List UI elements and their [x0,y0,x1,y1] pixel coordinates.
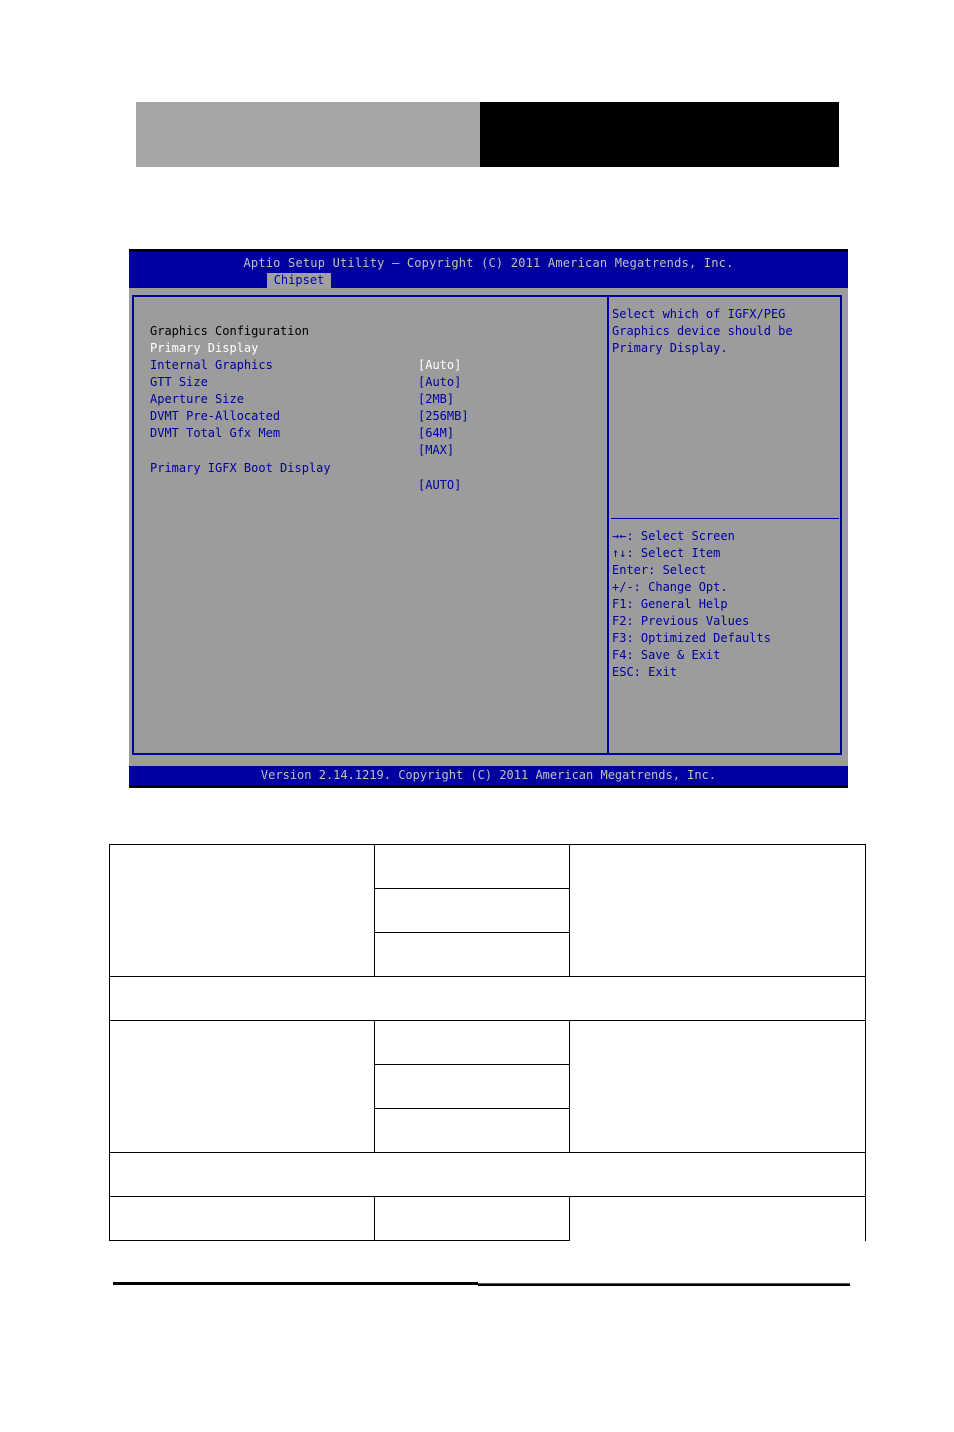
table-cell [374,1020,570,1065]
setting-value[interactable]: [2MB] [418,391,454,408]
page-header-left-band [136,102,480,167]
setting-value[interactable]: [256MB] [418,408,469,425]
table-cell [569,1196,866,1241]
setting-internal-graphics[interactable]: Internal Graphics [Auto] [150,340,461,389]
key-help-f3: F3: Optimized Defaults [612,631,771,645]
help-line: Graphics device should be [612,324,793,338]
table-cell [374,1196,570,1241]
table-cell [374,932,570,977]
table-cell [374,888,570,933]
table-cell [109,976,866,1021]
panel-divider [607,297,609,753]
setting-dvmt-pre-allocated[interactable]: DVMT Pre-Allocated [64M] [150,391,454,440]
key-help-change-opt: +/-: Change Opt. [612,580,728,594]
setting-dvmt-total-gfx-mem[interactable]: DVMT Total Gfx Mem [MAX] [150,408,454,457]
bios-body: Graphics Configuration Primary Display [… [129,288,848,766]
setting-label: DVMT Total Gfx Mem [150,426,281,440]
table-cell [109,1152,866,1197]
setting-label: Primary IGFX Boot Display [150,461,331,475]
footer-rule-left [113,1282,478,1285]
key-help-select-screen: →←: Select Screen [612,529,735,543]
bios-title-bar: Aptio Setup Utility – Copyright (C) 2011… [129,252,848,288]
key-help-f4: F4: Save & Exit [612,648,721,662]
section-title-row: Graphics Configuration [150,306,309,338]
table-cell [374,1064,570,1109]
tab-chipset[interactable]: Chipset [267,273,331,288]
setting-value[interactable]: [64M] [418,425,454,442]
table-cell [569,844,866,977]
help-line: Primary Display. [612,341,728,355]
setting-gtt-size[interactable]: GTT Size [2MB] [150,357,454,406]
key-help-f1: F1: General Help [612,597,728,611]
table-cell [109,1196,375,1241]
bios-title: Aptio Setup Utility – Copyright (C) 2011… [243,256,734,270]
bios-panel: Graphics Configuration Primary Display [… [132,295,842,755]
bios-footer-text: Version 2.14.1219. Copyright (C) 2011 Am… [260,768,717,782]
table-cell [374,844,570,889]
bios-screenshot: Aptio Setup Utility – Copyright (C) 2011… [129,249,848,788]
setting-value[interactable]: [Auto] [418,357,461,374]
page-header-right-band [480,102,839,167]
table-cell [569,1020,866,1153]
setting-aperture-size[interactable]: Aperture Size [256MB] [150,374,469,423]
setting-value[interactable]: [Auto] [418,374,461,391]
table-cell [109,844,375,977]
key-help-f2: F2: Previous Values [612,614,750,628]
help-line: Select which of IGFX/PEG [612,307,786,321]
table-row [109,1196,866,1241]
setting-primary-display[interactable]: Primary Display [Auto] [150,323,461,372]
key-help-enter: Enter: Select [612,563,706,577]
table-row [109,844,866,977]
help-divider [611,518,839,519]
bios-footer-bar: Version 2.14.1219. Copyright (C) 2011 Am… [129,766,848,785]
table-cell [109,1020,375,1153]
footer-rule-right [478,1283,850,1286]
table-row [109,976,866,1021]
key-help-select-item: ↑↓: Select Item [612,546,721,560]
table-row [109,1020,866,1153]
key-help-esc: ESC: Exit [612,665,678,679]
options-table [109,844,866,1241]
setting-value[interactable]: [MAX] [418,442,454,459]
table-cell [374,1108,570,1153]
table-row [109,1152,866,1197]
setting-primary-igfx-boot-display[interactable]: Primary IGFX Boot Display [AUTO] [150,443,461,492]
setting-value[interactable]: [AUTO] [418,477,461,494]
